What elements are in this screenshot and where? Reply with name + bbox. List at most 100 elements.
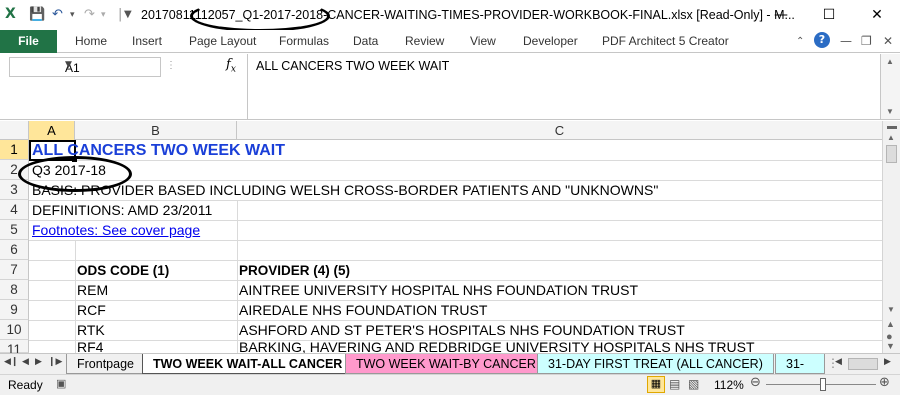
scroll-down-icon[interactable]: ▼ <box>886 107 894 116</box>
tab-formulas[interactable]: Formulas <box>279 34 329 48</box>
maximize-button[interactable]: ☐ <box>806 2 852 28</box>
zoom-slider-thumb[interactable] <box>820 378 827 391</box>
status-bar: Ready ▣ ▦ ▤ ▧ 112% ⊖ ⊕ <box>0 374 900 395</box>
collapse-ribbon-icon[interactable]: ⌃ <box>796 36 804 47</box>
tab-page-layout[interactable]: Page Layout <box>189 34 256 48</box>
ribbon-close-icon[interactable]: ✕ <box>883 34 893 48</box>
row-header-5[interactable]: 5 <box>0 220 29 240</box>
gridline <box>29 160 882 161</box>
hscroll-right-icon[interactable]: ▶ <box>884 357 891 367</box>
formula-bar-scroll[interactable]: ▲ ▼ <box>880 54 900 119</box>
redo-icon[interactable]: ↷ <box>84 7 95 22</box>
vertical-scrollbar[interactable]: ▬ ▲ ▼ ▲ ● ▼ <box>882 121 900 353</box>
row-header-9[interactable]: 9 <box>0 300 29 320</box>
help-icon[interactable]: ? <box>814 32 830 48</box>
scroll-thumb[interactable] <box>886 145 897 163</box>
zoom-out-icon[interactable]: ⊖ <box>750 375 761 390</box>
insert-function-icon[interactable]: fx <box>226 57 236 75</box>
zoom-level[interactable]: 112% <box>714 378 744 392</box>
cell-c8[interactable]: AINTREE UNIVERSITY HOSPITAL NHS FOUNDATI… <box>239 281 638 300</box>
formula-bar: A1 ▼ ⋮ fx ALL CANCERS TWO WEEK WAIT ▲ ▼ <box>0 54 900 120</box>
last-sheet-icon[interactable]: ❙▶ <box>48 357 62 367</box>
zoom-in-icon[interactable]: ⊕ <box>879 375 890 390</box>
prev-sheet-icon[interactable]: ◀ <box>22 357 29 367</box>
scroll-up-icon[interactable]: ▲ <box>886 57 894 66</box>
split-box-icon[interactable]: ▬ <box>887 121 897 132</box>
maximize-icon: ☐ <box>822 7 836 23</box>
close-icon: ✕ <box>871 7 883 23</box>
cell-a3[interactable]: BASIS: PROVIDER BASED INCLUDING WELSH CR… <box>32 181 658 200</box>
tab-view[interactable]: View <box>470 34 496 48</box>
cell-c7[interactable]: PROVIDER (4) (5) <box>239 261 350 280</box>
annotation-ellipse-title <box>190 0 330 32</box>
annotation-ellipse-q3 <box>18 156 132 192</box>
select-all-corner[interactable] <box>0 121 29 140</box>
undo-icon[interactable]: ↶ <box>52 7 63 22</box>
gridline <box>237 240 238 353</box>
redo-dropdown-icon[interactable]: ▾ <box>101 10 106 20</box>
close-button[interactable]: ✕ <box>854 2 900 28</box>
page-layout-view-icon[interactable]: ▤ <box>669 377 680 391</box>
name-box-dropdown-icon[interactable]: ▼ <box>65 60 156 70</box>
undo-dropdown-icon[interactable]: ▾ <box>70 10 75 20</box>
row-header-8[interactable]: 8 <box>0 280 29 300</box>
cell-b7[interactable]: ODS CODE (1) <box>77 261 169 280</box>
sheet-tab-31-day-first-treat[interactable]: 31-DAY FIRST TREAT (ALL CANCER) <box>537 354 774 374</box>
horizontal-scroll-thumb[interactable] <box>848 358 878 370</box>
formula-bar-grip-icon: ⋮ <box>166 60 176 71</box>
cell-b9[interactable]: RCF <box>77 301 106 320</box>
column-header-c[interactable]: C <box>237 121 882 140</box>
cell-c9[interactable]: AIREDALE NHS FOUNDATION TRUST <box>239 301 487 320</box>
column-header-row: A B C <box>0 121 882 140</box>
next-sheet-icon[interactable]: ▶ <box>35 357 42 367</box>
tab-data[interactable]: Data <box>353 34 378 48</box>
row-header-10[interactable]: 10 <box>0 320 29 340</box>
row-header-1[interactable]: 1 <box>0 140 29 160</box>
minimize-button[interactable]: — <box>758 2 804 28</box>
tab-home[interactable]: Home <box>75 34 107 48</box>
sheet-tab-31-partial[interactable]: 31- <box>775 354 825 374</box>
ribbon-tabs: File Home Insert Page Layout Formulas Da… <box>0 30 900 53</box>
gridline <box>237 200 238 240</box>
tab-pdf-architect[interactable]: PDF Architect 5 Creator <box>602 34 729 48</box>
column-header-b[interactable]: B <box>75 121 237 140</box>
column-header-a[interactable]: A <box>29 121 75 140</box>
formula-input[interactable]: ALL CANCERS TWO WEEK WAIT <box>247 54 880 119</box>
row-header-11[interactable]: 11 <box>0 340 29 357</box>
cell-a4[interactable]: DEFINITIONS: AMD 23/2011 <box>32 201 212 220</box>
macro-record-icon[interactable]: ▣ <box>56 377 66 390</box>
ribbon-restore-icon[interactable]: ❐ <box>861 34 872 48</box>
gridline <box>75 240 76 353</box>
tab-review[interactable]: Review <box>405 34 444 48</box>
sheet-tab-frontpage[interactable]: Frontpage <box>66 354 145 374</box>
sheet-tab-two-week-wait-by-cancer[interactable]: TWO WEEK WAIT-BY CANCER <box>345 354 547 374</box>
customize-qat-icon[interactable]: ▼ <box>124 9 132 20</box>
cell-a5-link[interactable]: Footnotes: See cover page <box>32 221 200 240</box>
scroll-down-icon[interactable]: ▼ <box>887 305 895 314</box>
hscroll-left-icon[interactable]: ◀ <box>835 357 842 367</box>
tab-developer[interactable]: Developer <box>523 34 578 48</box>
page-break-view-icon[interactable]: ▧ <box>688 377 699 391</box>
tab-insert[interactable]: Insert <box>132 34 162 48</box>
normal-view-icon[interactable]: ▦ <box>647 376 665 393</box>
excel-logo-icon: X <box>5 6 16 22</box>
sheet-tab-bar: ◀❙ ◀ ▶ ❙▶ Frontpage TWO WEEK WAIT-ALL CA… <box>0 353 900 374</box>
cell-b8[interactable]: REM <box>77 281 108 300</box>
row-header-7[interactable]: 7 <box>0 260 29 280</box>
ribbon-minimize-icon[interactable]: — <box>840 34 852 48</box>
row-header-6[interactable]: 6 <box>0 240 29 260</box>
qat-separator: | <box>118 7 123 22</box>
gridline <box>29 240 882 241</box>
row-header-4[interactable]: 4 <box>0 200 29 220</box>
status-mode: Ready <box>8 378 43 392</box>
first-sheet-icon[interactable]: ◀❙ <box>4 357 18 367</box>
name-box[interactable]: A1 ▼ <box>9 57 161 77</box>
minimize-icon: — <box>774 7 788 23</box>
sheet-tab-two-week-wait-all-cancer[interactable]: TWO WEEK WAIT-ALL CANCER <box>142 354 354 374</box>
spreadsheet-grid[interactable]: A B C 1 2 3 4 5 6 7 8 9 10 11 ALL CANCER… <box>0 121 900 357</box>
tab-file[interactable]: File <box>0 30 57 53</box>
page-up-icon[interactable]: ▲ <box>886 319 895 329</box>
scroll-up-icon[interactable]: ▲ <box>887 133 895 142</box>
save-icon[interactable]: 💾 <box>29 7 45 22</box>
page-down-icon[interactable]: ▼ <box>886 341 895 351</box>
